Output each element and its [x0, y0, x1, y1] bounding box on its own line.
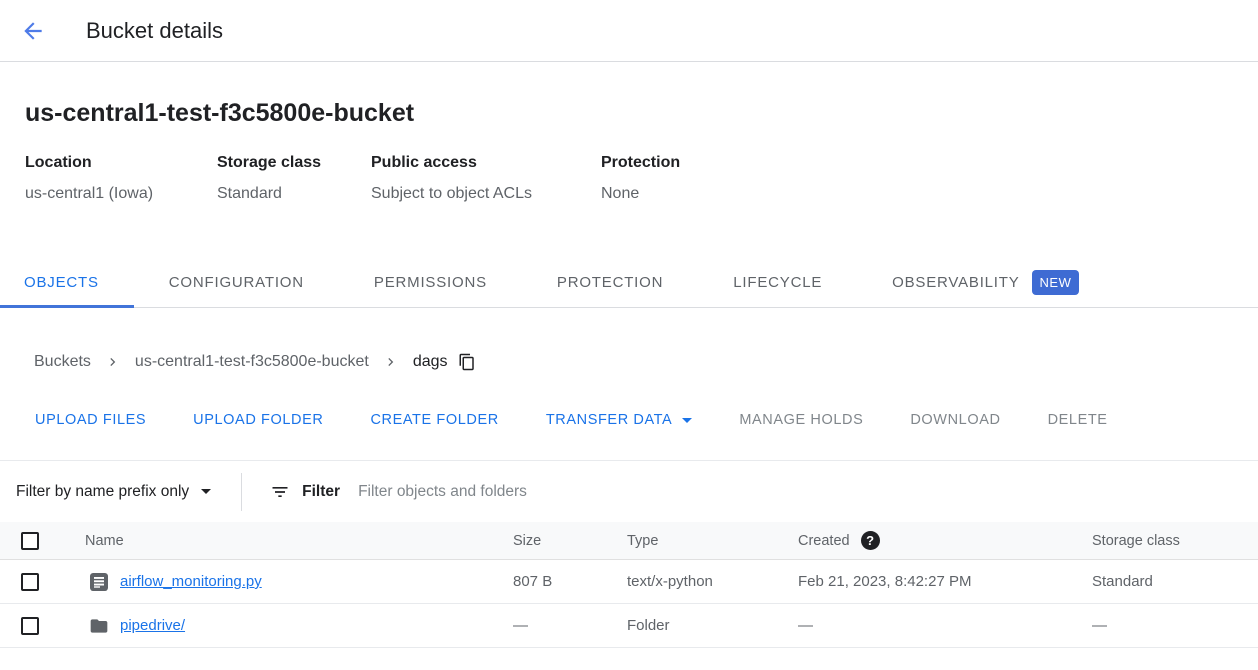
name-cell: pipedrive/: [85, 616, 513, 636]
filter-list-icon: [270, 482, 290, 502]
object-link[interactable]: airflow_monitoring.py: [120, 573, 262, 590]
filter-label: Filter: [302, 483, 340, 501]
download-button[interactable]: DOWNLOAD: [910, 412, 1000, 428]
created-label: Created: [798, 533, 850, 549]
breadcrumb-bucket-name[interactable]: us-central1-test-f3c5800e-bucket: [135, 353, 369, 371]
name-cell: airflow_monitoring.py: [85, 572, 513, 592]
folder-icon: [89, 616, 109, 636]
created-cell: Feb 21, 2023, 8:42:27 PM: [798, 573, 1092, 590]
type-cell: text/x-python: [627, 573, 798, 590]
new-badge: NEW: [1032, 270, 1080, 295]
bucket-name: us-central1-test-f3c5800e-bucket: [25, 96, 1258, 130]
vertical-divider: [241, 473, 242, 511]
meta-public-access: Public access Subject to object ACLs: [371, 154, 601, 203]
meta-label: Location: [25, 154, 217, 172]
filter-bar: Filter by name prefix only Filter: [0, 460, 1258, 522]
column-header-size[interactable]: Size: [513, 533, 627, 549]
chevron-right-icon: [383, 354, 399, 370]
row-checkbox-cell: [0, 573, 85, 591]
meta-protection: Protection None: [601, 154, 680, 203]
transfer-data-button[interactable]: TRANSFER DATA: [546, 412, 693, 428]
row-checkbox[interactable]: [21, 617, 39, 635]
tab-label: OBJECTS: [24, 274, 99, 291]
filter-scope-dropdown[interactable]: Filter by name prefix only: [16, 483, 211, 501]
tab-label: CONFIGURATION: [169, 274, 304, 291]
size-cell: —: [513, 617, 627, 634]
tab-configuration[interactable]: CONFIGURATION: [134, 258, 339, 307]
header-checkbox-cell: [0, 532, 85, 550]
chevron-right-icon: [105, 354, 121, 370]
breadcrumb-current-folder: dags: [413, 353, 448, 371]
page-title: Bucket details: [86, 18, 223, 44]
bucket-details-page: Bucket details us-central1-test-f3c5800e…: [0, 0, 1258, 670]
meta-label: Storage class: [217, 154, 371, 172]
tab-protection[interactable]: PROTECTION: [522, 258, 698, 307]
top-header: Bucket details: [0, 0, 1258, 62]
select-all-checkbox[interactable]: [21, 532, 39, 550]
tab-label: PROTECTION: [557, 274, 663, 291]
manage-holds-button[interactable]: MANAGE HOLDS: [739, 412, 863, 428]
meta-location: Location us-central1 (Iowa): [25, 154, 217, 203]
meta-value: Standard: [217, 185, 371, 203]
object-link[interactable]: pipedrive/: [120, 617, 185, 634]
tab-label: LIFECYCLE: [733, 274, 822, 291]
table-header-row: Name Size Type Created ? Storage class: [0, 522, 1258, 560]
meta-label: Protection: [601, 154, 680, 172]
objects-table: Name Size Type Created ? Storage class a…: [0, 522, 1258, 648]
help-icon[interactable]: ?: [861, 531, 880, 550]
transfer-data-label: TRANSFER DATA: [546, 412, 673, 428]
breadcrumb-buckets[interactable]: Buckets: [34, 353, 91, 371]
row-checkbox-cell: [0, 617, 85, 635]
meta-label: Public access: [371, 154, 601, 172]
storage-class-cell: —: [1092, 617, 1258, 634]
type-cell: Folder: [627, 617, 798, 634]
filter-input[interactable]: [358, 483, 778, 501]
upload-folder-button[interactable]: UPLOAD FOLDER: [193, 412, 323, 428]
meta-storage-class: Storage class Standard: [217, 154, 371, 203]
tab-bar: OBJECTS CONFIGURATION PERMISSIONS PROTEC…: [0, 258, 1258, 308]
create-folder-button[interactable]: CREATE FOLDER: [370, 412, 498, 428]
column-header-name[interactable]: Name: [85, 533, 513, 549]
meta-value: None: [601, 185, 680, 203]
column-header-created[interactable]: Created ?: [798, 531, 1092, 550]
tab-label: PERMISSIONS: [374, 274, 487, 291]
copy-icon[interactable]: [458, 353, 476, 371]
created-cell: —: [798, 617, 1092, 634]
row-checkbox[interactable]: [21, 573, 39, 591]
upload-files-button[interactable]: UPLOAD FILES: [35, 412, 146, 428]
chevron-down-icon: [201, 489, 211, 494]
object-toolbar: UPLOAD FILES UPLOAD FOLDER CREATE FOLDER…: [0, 388, 1258, 452]
bucket-summary: us-central1-test-f3c5800e-bucket Locatio…: [0, 96, 1258, 203]
table-row: pipedrive/ — Folder — —: [0, 604, 1258, 648]
tab-objects[interactable]: OBJECTS: [0, 258, 134, 307]
tab-label: OBSERVABILITY: [892, 274, 1019, 291]
column-header-type[interactable]: Type: [627, 533, 798, 549]
tab-observability[interactable]: OBSERVABILITY NEW: [857, 258, 1114, 307]
tab-permissions[interactable]: PERMISSIONS: [339, 258, 522, 307]
size-cell: 807 B: [513, 573, 627, 590]
meta-value: Subject to object ACLs: [371, 185, 601, 203]
filter-scope-label: Filter by name prefix only: [16, 483, 189, 501]
column-header-storage-class[interactable]: Storage class: [1092, 533, 1258, 549]
chevron-down-icon: [682, 418, 692, 423]
storage-class-cell: Standard: [1092, 573, 1258, 590]
delete-button[interactable]: DELETE: [1048, 412, 1108, 428]
meta-value: us-central1 (Iowa): [25, 185, 217, 203]
tab-lifecycle[interactable]: LIFECYCLE: [698, 258, 857, 307]
table-row: airflow_monitoring.py 807 B text/x-pytho…: [0, 560, 1258, 604]
file-icon: [89, 572, 109, 592]
breadcrumb: Buckets us-central1-test-f3c5800e-bucket…: [0, 308, 1258, 374]
back-arrow-icon[interactable]: [20, 18, 46, 44]
bucket-meta-row: Location us-central1 (Iowa) Storage clas…: [25, 154, 1258, 203]
